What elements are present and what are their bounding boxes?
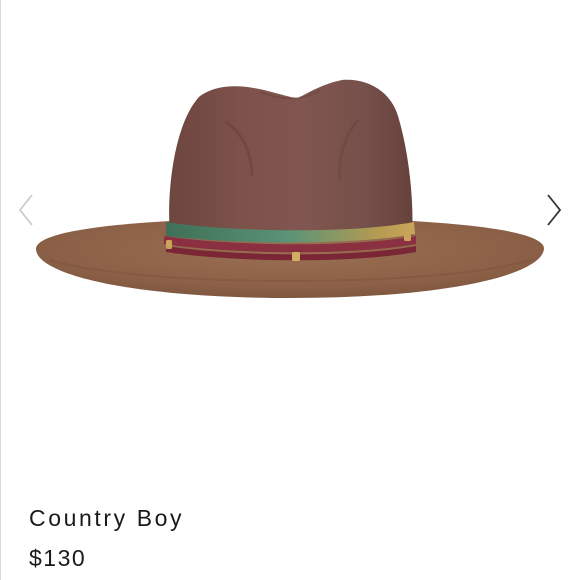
product-image-carousel[interactable] [0, 0, 580, 470]
chevron-right-icon [547, 194, 562, 226]
product-image [35, 79, 544, 298]
carousel-prev-button[interactable] [16, 192, 36, 228]
hat-crown [169, 79, 413, 237]
product-price: $130 [29, 545, 87, 571]
product-page: Country Boy $130 [0, 0, 580, 580]
product-info: Country Boy $130 [29, 504, 549, 572]
chevron-left-icon [18, 194, 33, 226]
product-title: Country Boy [29, 505, 185, 531]
carousel-next-button[interactable] [544, 192, 564, 228]
